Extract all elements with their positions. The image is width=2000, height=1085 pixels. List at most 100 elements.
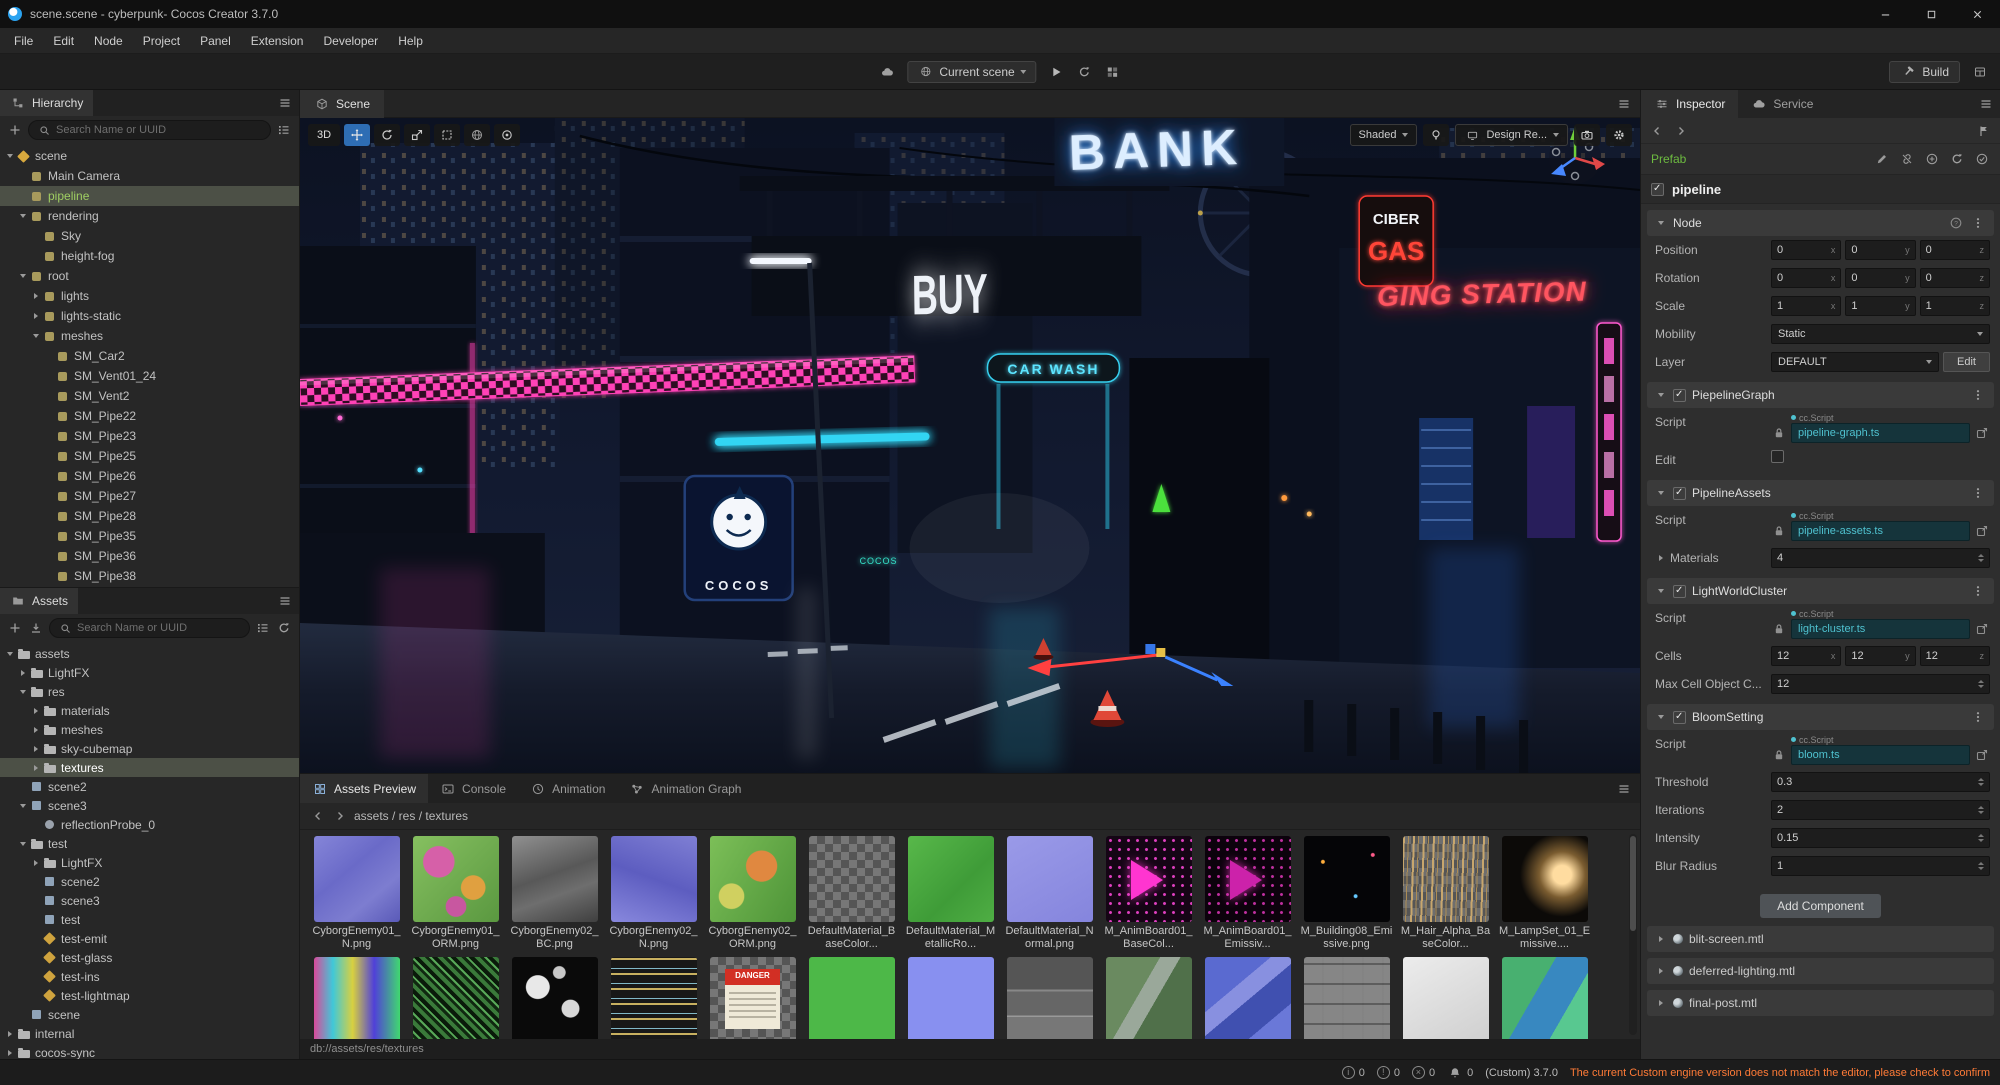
stepper-arrows-icon[interactable] bbox=[1978, 554, 1984, 562]
tab-console[interactable]: Console bbox=[428, 774, 518, 804]
asset-thumbnail-m-hair-alpha-basecolor[interactable]: M_Hair_Alpha_BaseColor... bbox=[1399, 836, 1492, 951]
layer-select[interactable]: DEFAULT bbox=[1771, 352, 1940, 372]
expand-down-icon[interactable] bbox=[1655, 704, 1667, 730]
assets-search[interactable] bbox=[49, 618, 250, 638]
expand-down-icon[interactable] bbox=[17, 796, 29, 815]
stepper-arrows-icon[interactable] bbox=[1978, 680, 1984, 688]
asset-thumbnail[interactable] bbox=[1300, 957, 1393, 1039]
hierarchy-item-sm-pipe22[interactable]: SM_Pipe22 bbox=[0, 406, 299, 426]
material-file-final-post-mtl[interactable]: final-post.mtl bbox=[1647, 990, 1994, 1016]
inspector-menu-icon[interactable] bbox=[1978, 96, 1994, 112]
expand-right-icon[interactable] bbox=[30, 853, 42, 872]
expand-down-icon[interactable] bbox=[1655, 382, 1667, 408]
prefab-apply-button[interactable] bbox=[1974, 151, 1990, 167]
assets-item-cocos-sync[interactable]: cocos-sync bbox=[0, 1043, 299, 1059]
preview-mode-icon[interactable] bbox=[879, 64, 895, 80]
history-forward-button[interactable] bbox=[1673, 123, 1689, 139]
asset-thumbnail[interactable] bbox=[1102, 957, 1195, 1039]
assets-item-scene[interactable]: scene bbox=[0, 1005, 299, 1024]
asset-thumbnail-cyborgenemy02-n-png[interactable]: CyborgEnemy02_N.png bbox=[607, 836, 700, 951]
assets-item-test-ins[interactable]: test-ins bbox=[0, 967, 299, 986]
hierarchy-item-sm-pipe25[interactable]: SM_Pipe25 bbox=[0, 446, 299, 466]
status-info-counter[interactable]: i0 bbox=[1341, 1066, 1365, 1079]
asset-thumbnail-m-animboard01-emissiv[interactable]: M_AnimBoard01_Emissiv... bbox=[1201, 836, 1294, 951]
tab-animation[interactable]: Animation bbox=[518, 774, 617, 804]
assets-item-test[interactable]: test bbox=[0, 910, 299, 929]
asset-thumbnail[interactable] bbox=[1201, 957, 1294, 1039]
hierarchy-item-meshes[interactable]: meshes bbox=[0, 326, 299, 346]
asset-thumbnail[interactable] bbox=[1399, 957, 1492, 1039]
hierarchy-item-sm-pipe28[interactable]: SM_Pipe28 bbox=[0, 506, 299, 526]
asset-thumbnail-m-building08-emissive-png[interactable]: M_Building08_Emissive.png bbox=[1300, 836, 1393, 951]
tab-service[interactable]: Service bbox=[1738, 90, 1826, 118]
expand-down-icon[interactable] bbox=[4, 146, 16, 166]
asset-thumbnail-m-lampset-01-emissive[interactable]: M_LampSet_01_Emissive.... bbox=[1498, 836, 1591, 951]
asset-thumbnail[interactable] bbox=[805, 957, 898, 1039]
preview-scrollbar[interactable] bbox=[1629, 834, 1637, 1035]
assets-item-scene3[interactable]: scene3 bbox=[0, 796, 299, 815]
expand-down-icon[interactable] bbox=[30, 326, 42, 346]
script-asset-field[interactable]: light-cluster.ts bbox=[1791, 619, 1970, 639]
property-value-field[interactable]: 0y bbox=[1845, 240, 1916, 260]
hierarchy-item-sm-car2[interactable]: SM_Car2 bbox=[0, 346, 299, 366]
expand-right-icon[interactable] bbox=[30, 758, 42, 777]
expand-right-icon[interactable] bbox=[30, 306, 42, 326]
material-file-blit-screen-mtl[interactable]: blit-screen.mtl bbox=[1647, 926, 1994, 952]
property-value-field[interactable]: 2 bbox=[1771, 800, 1990, 820]
stepper-arrows-icon[interactable] bbox=[1978, 806, 1984, 814]
assets-item-test-emit[interactable]: test-emit bbox=[0, 929, 299, 948]
material-file-deferred-lighting-mtl[interactable]: deferred-lighting.mtl bbox=[1647, 958, 1994, 984]
expand-down-icon[interactable] bbox=[17, 266, 29, 286]
viewport-settings-button[interactable] bbox=[1606, 124, 1632, 146]
assets-sort-button[interactable] bbox=[255, 620, 271, 636]
hierarchy-item-sm-pipe23[interactable]: SM_Pipe23 bbox=[0, 426, 299, 446]
hierarchy-item-sm-vent2[interactable]: SM_Vent2 bbox=[0, 386, 299, 406]
status-error-counter[interactable]: × 0 bbox=[1411, 1066, 1435, 1079]
hierarchy-item-sm-pipe36[interactable]: SM_Pipe36 bbox=[0, 546, 299, 566]
script-asset-field[interactable]: pipeline-graph.ts bbox=[1791, 423, 1970, 443]
section-header-node[interactable]: Node? bbox=[1647, 210, 1994, 236]
expand-down-icon[interactable] bbox=[1655, 210, 1667, 236]
asset-thumbnail[interactable] bbox=[904, 957, 997, 1039]
property-value-field[interactable]: 12 y bbox=[1845, 646, 1916, 666]
assets-item-lightfx[interactable]: LightFX bbox=[0, 663, 299, 682]
tab-inspector[interactable]: Inspector bbox=[1641, 90, 1739, 118]
assets-item-res[interactable]: res bbox=[0, 682, 299, 701]
component-enabled-checkbox[interactable] bbox=[1673, 388, 1686, 402]
property-value-field[interactable]: 12 x bbox=[1771, 646, 1842, 666]
expand-right-icon[interactable] bbox=[1655, 990, 1667, 1016]
expand-down-icon[interactable] bbox=[4, 644, 16, 663]
property-value-field[interactable]: 0.3 bbox=[1771, 772, 1990, 792]
rotate-tool-button[interactable] bbox=[374, 124, 400, 146]
hierarchy-menu-icon[interactable] bbox=[277, 95, 293, 111]
expand-right-icon[interactable] bbox=[1655, 958, 1667, 984]
bottom-panel-menu-icon[interactable] bbox=[1616, 781, 1632, 797]
assets-item-materials[interactable]: materials bbox=[0, 701, 299, 720]
hierarchy-item-pipeline[interactable]: pipeline bbox=[0, 186, 299, 206]
scene-viewport[interactable]: BANK BANK BUY BUY CIBER GAS GING STATION… bbox=[300, 118, 1640, 773]
move-tool-button[interactable] bbox=[344, 124, 370, 146]
tab-animation-graph[interactable]: Animation Graph bbox=[617, 774, 753, 804]
expand-down-icon[interactable] bbox=[1655, 578, 1667, 604]
component-enabled-checkbox[interactable] bbox=[1673, 710, 1686, 724]
scale-tool-button[interactable] bbox=[404, 124, 430, 146]
asset-thumbnail[interactable] bbox=[508, 957, 601, 1039]
assets-item-lightfx[interactable]: LightFX bbox=[0, 853, 299, 872]
asset-thumbnail-defaultmaterial-metallicro[interactable]: DefaultMaterial_MetallicRo... bbox=[904, 836, 997, 951]
back-icon[interactable] bbox=[310, 808, 326, 824]
assets-item-test-glass[interactable]: test-glass bbox=[0, 948, 299, 967]
hierarchy-item-rendering[interactable]: rendering bbox=[0, 206, 299, 226]
hierarchy-item-sm-pipe35[interactable]: SM_Pipe35 bbox=[0, 526, 299, 546]
edit-checkbox[interactable] bbox=[1771, 450, 1784, 463]
prefab-unlink-button[interactable] bbox=[1899, 151, 1915, 167]
asset-thumbnail[interactable]: DANGER bbox=[706, 957, 799, 1039]
menu-node[interactable]: Node bbox=[84, 28, 133, 54]
section-header-piepelinegraph[interactable]: PiepelineGraph bbox=[1647, 382, 1994, 408]
assets-search-input[interactable] bbox=[77, 622, 242, 634]
hierarchy-item-sm-pipe38[interactable]: SM_Pipe38 bbox=[0, 566, 299, 586]
reload-button[interactable] bbox=[1077, 64, 1093, 80]
expand-down-icon[interactable] bbox=[17, 834, 29, 853]
assets-item-assets[interactable]: assets bbox=[0, 644, 299, 663]
tab-assets-preview[interactable]: Assets Preview bbox=[300, 774, 429, 804]
script-asset-field[interactable]: bloom.ts bbox=[1791, 745, 1970, 765]
